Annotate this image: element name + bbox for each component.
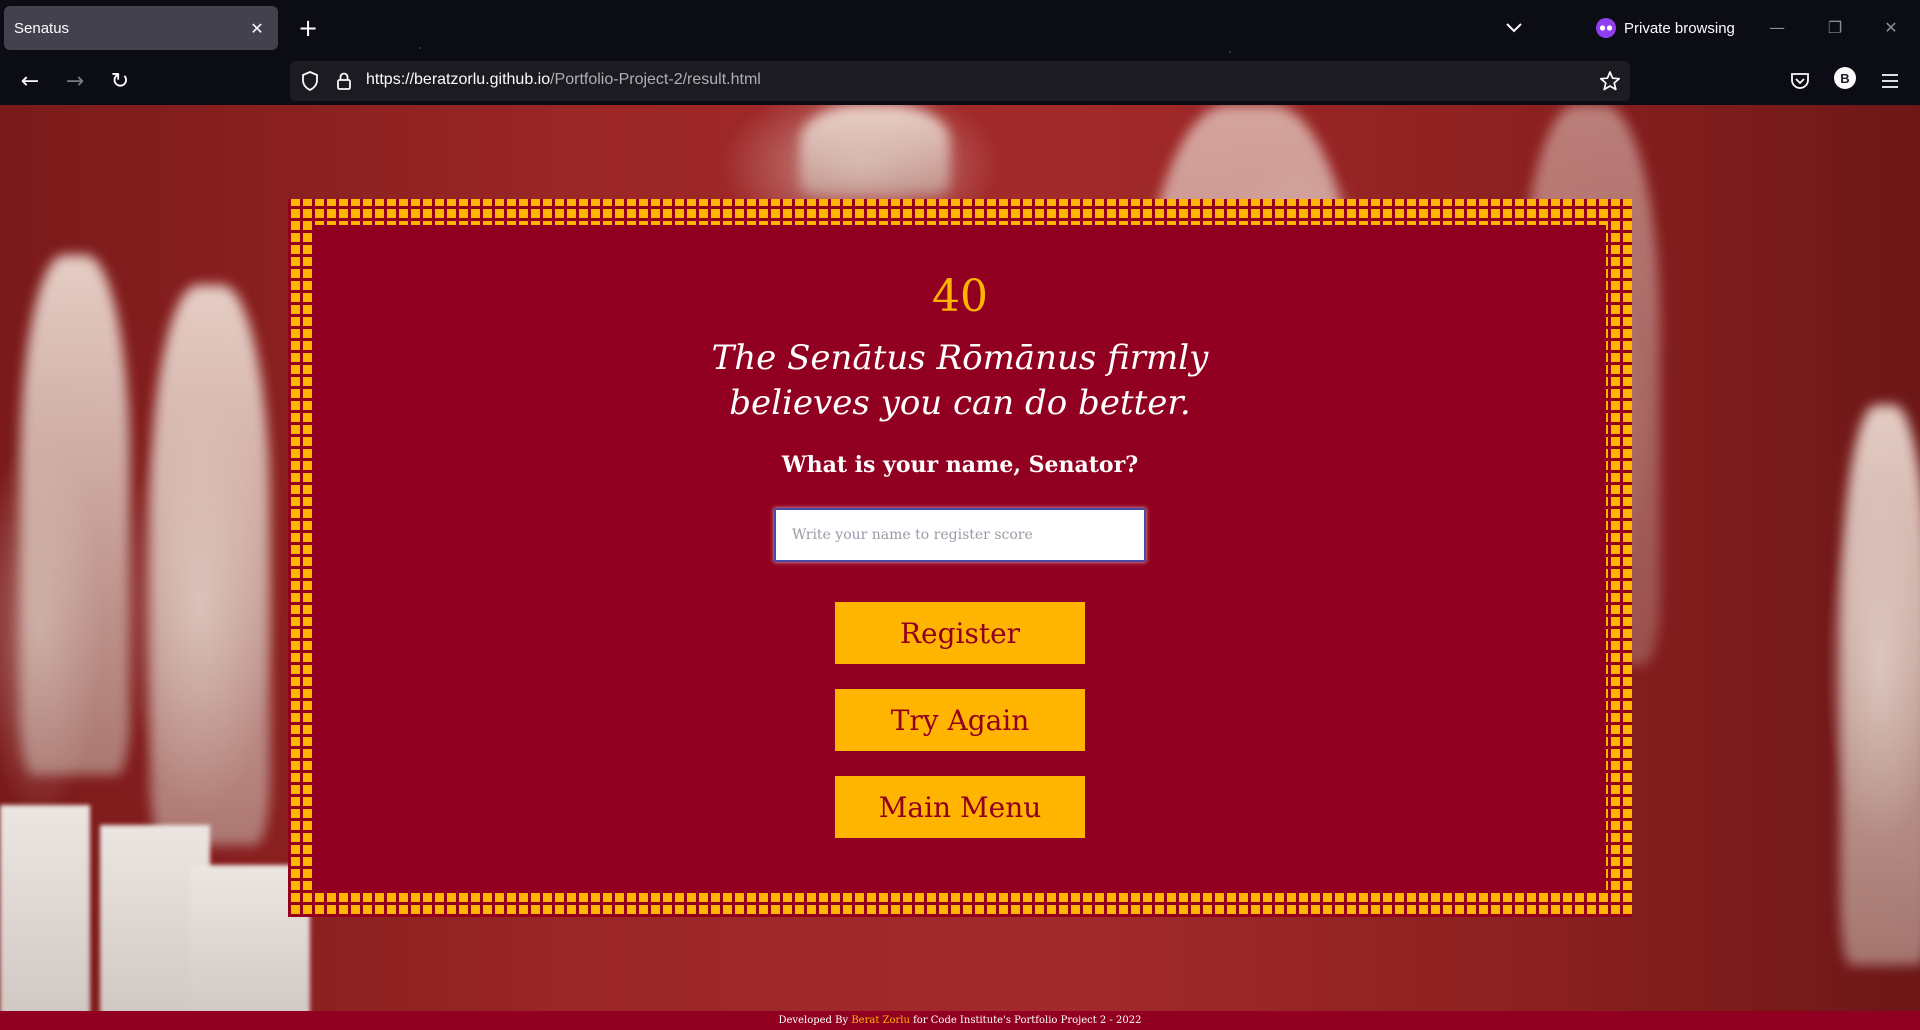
page-footer: Developed By Berat Zorlu for Code Instit…: [0, 1011, 1920, 1030]
forward-arrow-icon[interactable]: →: [57, 63, 93, 99]
register-button[interactable]: Register: [835, 602, 1085, 664]
nav-bar: ← → ↻ https://beratzorlu.github.io/Portf…: [0, 57, 1920, 105]
url-bar[interactable]: https://beratzorlu.github.io/Portfolio-P…: [290, 61, 1630, 101]
close-icon[interactable]: ✕: [246, 17, 268, 39]
account-avatar[interactable]: B: [1834, 67, 1856, 89]
minimize-button[interactable]: —: [1760, 12, 1794, 42]
tab-senatus[interactable]: Senatus ✕: [4, 6, 278, 50]
background-statue: [800, 105, 950, 195]
background-statue: [1840, 405, 1920, 965]
try-again-button[interactable]: Try Again: [835, 689, 1085, 751]
private-browsing-indicator: Private browsing: [1596, 16, 1735, 40]
name-input[interactable]: [774, 508, 1146, 562]
footer-prefix: Developed By: [778, 1015, 852, 1026]
url-text: https://beratzorlu.github.io/Portfolio-P…: [366, 71, 761, 89]
chevron-down-icon[interactable]: [1500, 14, 1528, 42]
result-message: The Senātus Rōmānus firmly believes you …: [711, 338, 1209, 423]
page-viewport: 40 The Senātus Rōmānus firmly believes y…: [0, 105, 1920, 1030]
pocket-icon[interactable]: [1782, 63, 1818, 99]
footer-suffix: for Code Institute's Portfolio Project 2…: [909, 1015, 1142, 1026]
lock-icon[interactable]: [332, 69, 356, 93]
star-icon[interactable]: [1598, 69, 1622, 93]
private-browsing-label: Private browsing: [1624, 19, 1735, 37]
private-mask-icon: [1596, 18, 1616, 38]
url-host: https://beratzorlu.github.io: [366, 71, 551, 88]
name-prompt: What is your name, Senator?: [781, 452, 1139, 478]
footer-author-link[interactable]: Berat Zorlu: [851, 1015, 910, 1026]
background-pedestal: [0, 805, 90, 1030]
back-arrow-icon[interactable]: ←: [12, 63, 48, 99]
result-card-inner: 40 The Senātus Rōmānus firmly believes y…: [314, 225, 1606, 891]
window-close-button[interactable]: ✕: [1874, 12, 1908, 42]
browser-chrome: Senatus ✕ + Private browsing — ❐ ✕ ← → ↻: [0, 0, 1920, 105]
main-menu-button[interactable]: Main Menu: [835, 776, 1085, 838]
reload-icon[interactable]: ↻: [102, 63, 138, 99]
score-display: 40: [932, 271, 988, 322]
tab-strip: Senatus ✕ + Private browsing — ❐ ✕: [0, 0, 1920, 54]
url-path: /Portfolio-Project-2/result.html: [550, 71, 761, 88]
background-statue: [20, 255, 130, 775]
restore-button[interactable]: ❐: [1818, 12, 1852, 42]
tab-title: Senatus: [14, 19, 70, 37]
shield-icon[interactable]: [298, 69, 322, 93]
menu-icon[interactable]: [1872, 63, 1908, 99]
result-card: 40 The Senātus Rōmānus firmly believes y…: [288, 199, 1632, 917]
background-statue: [150, 285, 270, 845]
plus-icon[interactable]: +: [292, 12, 324, 44]
